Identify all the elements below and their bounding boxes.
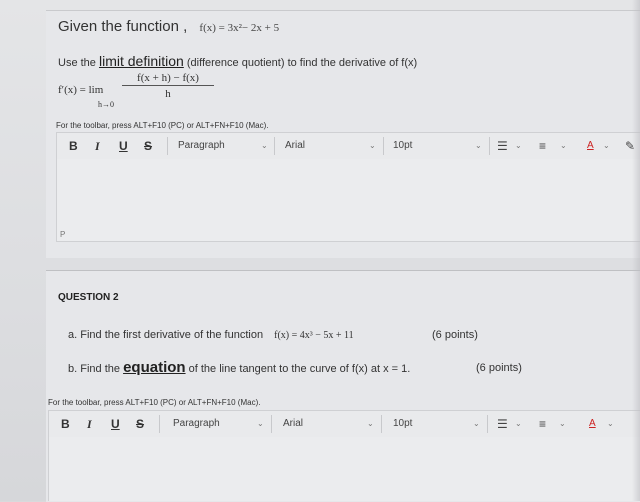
function-expression: f(x) = 3x²− 2x + 5 <box>199 22 280 34</box>
editor-toolbar-1: B I U S Paragraph ⌄ Arial ⌄ 10pt ⌄ ☰ ⌄ ≡… <box>56 132 640 160</box>
question-2b: b. Find the equation of the line tangent… <box>68 359 410 376</box>
question-1-prompt: Given the function , f(x) = 3x²− 2x + 5 <box>58 18 279 35</box>
page-edge-shadow <box>632 0 640 501</box>
use-prefix: Use the <box>58 57 96 69</box>
numbered-list-icon[interactable]: ≡ <box>539 411 546 437</box>
equation-link[interactable]: equation <box>123 359 186 376</box>
chevron-down-icon[interactable]: ⌄ <box>261 133 268 159</box>
bullet-list-icon[interactable]: ☰ <box>497 411 508 437</box>
toolbar-divider <box>167 137 168 155</box>
numbered-list-icon[interactable]: ≡ <box>539 133 546 159</box>
question-2-title: QUESTION 2 <box>58 292 119 303</box>
part-a-function: f(x) = 4x³ − 5x + 11 <box>274 330 354 341</box>
chevron-down-icon[interactable]: ⌄ <box>257 411 264 437</box>
chevron-down-icon[interactable]: ⌄ <box>475 133 482 159</box>
chevron-down-icon[interactable]: ⌄ <box>560 133 567 159</box>
part-a-label: a. <box>68 329 78 341</box>
strikethrough-button[interactable]: S <box>144 133 152 159</box>
chevron-down-icon[interactable]: ⌄ <box>369 133 376 159</box>
toolbar-divider <box>487 415 488 433</box>
chevron-down-icon[interactable]: ⌄ <box>473 411 480 437</box>
chevron-down-icon[interactable]: ⌄ <box>367 411 374 437</box>
fraction-denominator: h <box>165 88 171 100</box>
given-text: Given the function , <box>58 18 188 35</box>
part-b-text-pre: Find the <box>80 363 120 375</box>
chevron-down-icon[interactable]: ⌄ <box>515 411 522 437</box>
editor-toolbar-2: B I U S Paragraph ⌄ Arial ⌄ 10pt ⌄ ☰ ⌄ ≡… <box>48 410 640 438</box>
question-2a: a. Find the first derivative of the func… <box>68 329 354 341</box>
bullet-list-icon[interactable]: ☰ <box>497 133 508 159</box>
bold-button[interactable]: B <box>69 133 78 159</box>
bold-button[interactable]: B <box>61 411 70 437</box>
italic-button[interactable]: I <box>95 133 100 159</box>
font-select[interactable]: Arial <box>285 133 305 159</box>
part-b-points: (6 points) <box>476 362 522 374</box>
part-b-label: b. <box>68 363 78 375</box>
toolbar-divider <box>383 137 384 155</box>
underline-button[interactable]: U <box>119 133 128 159</box>
toolbar-divider <box>271 415 272 433</box>
part-a-points: (6 points) <box>432 329 478 341</box>
underline-button[interactable]: U <box>111 411 120 437</box>
part-a-text: Find the first derivative of the functio… <box>80 329 264 341</box>
use-suffix: (difference quotient) to find the deriva… <box>186 57 418 69</box>
font-size-select[interactable]: 10pt <box>393 133 412 159</box>
chevron-down-icon[interactable]: ⌄ <box>607 411 614 437</box>
font-select[interactable]: Arial <box>283 411 303 437</box>
editor-path-indicator: P <box>60 230 66 239</box>
italic-button[interactable]: I <box>87 411 92 437</box>
chevron-down-icon[interactable]: ⌄ <box>603 133 610 159</box>
toolbar-hint-1: For the toolbar, press ALT+F10 (PC) or A… <box>56 121 269 130</box>
instruction-line: Use the limit definition (difference quo… <box>58 53 417 69</box>
strikethrough-button[interactable]: S <box>136 411 144 437</box>
chevron-down-icon[interactable]: ⌄ <box>515 133 522 159</box>
paragraph-select[interactable]: Paragraph <box>178 133 225 159</box>
text-color-icon[interactable]: A <box>587 133 594 159</box>
answer-editor-2[interactable] <box>48 437 640 501</box>
derivative-lhs: f′(x) = lim <box>58 84 104 96</box>
paragraph-select[interactable]: Paragraph <box>173 411 220 437</box>
toolbar-divider <box>489 137 490 155</box>
limit-subscript: h→0 <box>98 100 114 109</box>
toolbar-divider <box>381 415 382 433</box>
difference-quotient: f(x + h) − f(x) h <box>122 72 214 100</box>
toolbar-hint-2: For the toolbar, press ALT+F10 (PC) or A… <box>48 398 261 407</box>
part-b-text-post: of the line tangent to the curve of f(x)… <box>188 363 411 375</box>
toolbar-divider <box>274 137 275 155</box>
toolbar-divider <box>159 415 160 433</box>
chevron-down-icon[interactable]: ⌄ <box>559 411 566 437</box>
limit-definition-link[interactable]: limit definition <box>99 53 184 69</box>
font-size-select[interactable]: 10pt <box>393 411 412 437</box>
fraction-numerator: f(x + h) − f(x) <box>122 72 214 86</box>
answer-editor-1[interactable] <box>56 159 640 242</box>
text-color-icon[interactable]: A <box>589 411 596 437</box>
